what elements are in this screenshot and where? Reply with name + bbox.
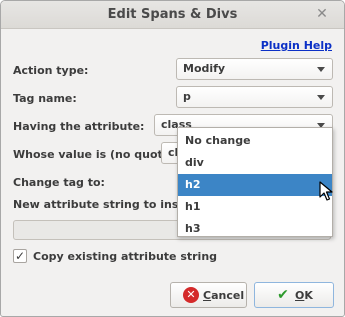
cancel-label: Cancel bbox=[203, 289, 245, 302]
tag-name-select[interactable]: p bbox=[176, 86, 333, 108]
cancel-button[interactable]: ✕ Cancel bbox=[170, 282, 247, 308]
action-type-select[interactable]: Modify bbox=[176, 58, 333, 80]
dropdown-option-h2[interactable]: h2 bbox=[178, 174, 332, 196]
cancel-icon: ✕ bbox=[183, 287, 199, 303]
dropdown-option-h3[interactable]: h3 bbox=[178, 218, 332, 240]
ok-label: OK bbox=[295, 289, 313, 302]
action-type-label: Action type: bbox=[13, 64, 89, 77]
copy-existing-label: Copy existing attribute string bbox=[33, 250, 218, 263]
action-type-value: Modify bbox=[183, 62, 226, 75]
dropdown-option-h1[interactable]: h1 bbox=[178, 196, 332, 218]
ok-button[interactable]: ✔ OK bbox=[254, 282, 334, 308]
title-bar[interactable]: Edit Spans & Divs ✕ bbox=[1, 1, 344, 29]
mouse-pointer-icon bbox=[319, 181, 333, 201]
tag-name-label: Tag name: bbox=[13, 92, 77, 105]
plugin-help-link[interactable]: Plugin Help bbox=[261, 39, 332, 52]
chevron-down-icon bbox=[317, 67, 325, 72]
change-tag-dropdown-list[interactable]: No change div h2 h1 h3 bbox=[177, 127, 333, 237]
edit-spans-divs-dialog: Edit Spans & Divs ✕ Plugin Help Action t… bbox=[0, 0, 345, 317]
check-icon: ✔ bbox=[277, 287, 289, 303]
change-tag-to-label: Change tag to: bbox=[13, 176, 105, 189]
tag-name-value: p bbox=[183, 90, 191, 103]
dropdown-option-div[interactable]: div bbox=[178, 152, 332, 174]
close-icon[interactable]: ✕ bbox=[314, 6, 330, 22]
having-attribute-label: Having the attribute: bbox=[13, 120, 145, 133]
window-title: Edit Spans & Divs bbox=[107, 7, 238, 22]
dropdown-option-no-change[interactable]: No change bbox=[178, 130, 332, 152]
copy-existing-checkbox[interactable]: ✓ bbox=[13, 249, 27, 263]
chevron-down-icon bbox=[317, 95, 325, 100]
